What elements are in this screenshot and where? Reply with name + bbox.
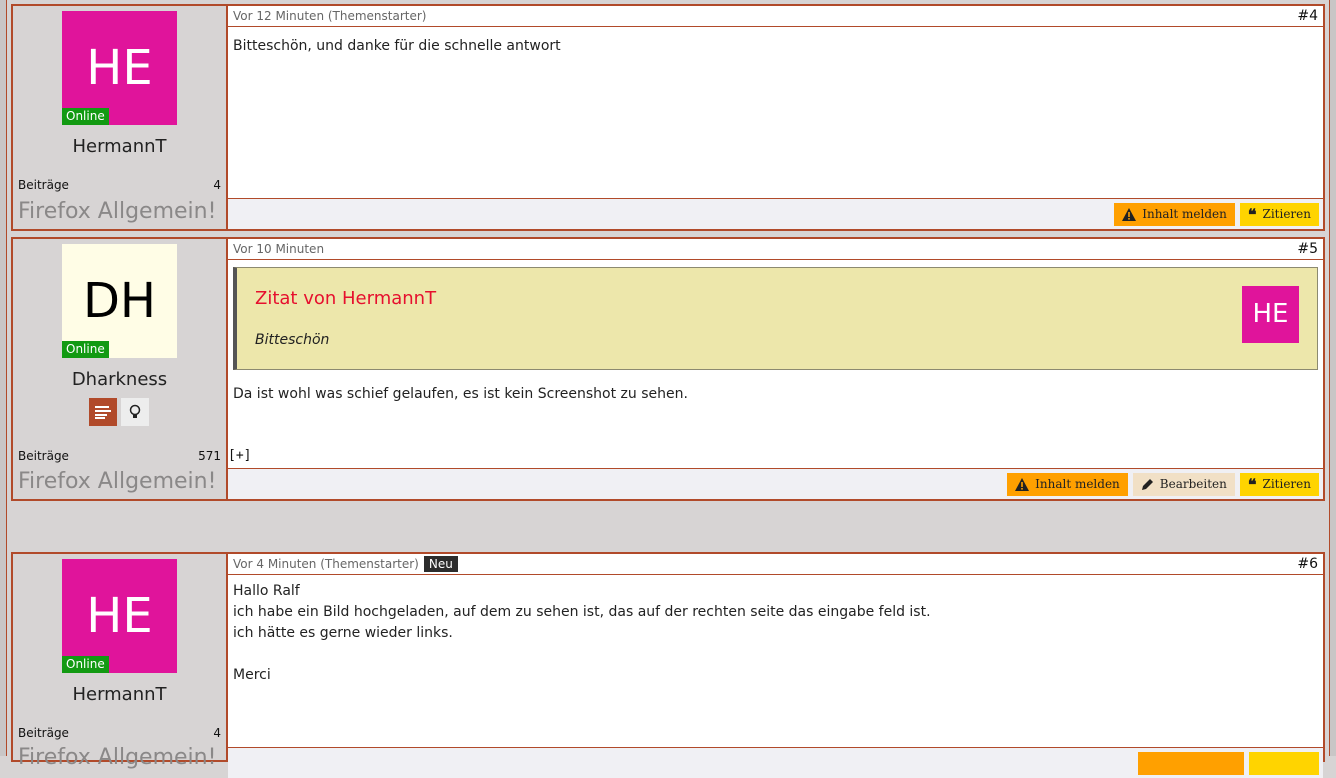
post-content: Vor 4 Minuten (Themenstarter) Neu #6 Hal… (228, 554, 1323, 778)
post-line: ich habe ein Bild hochgeladen, auf dem z… (233, 604, 931, 620)
user-badges (89, 398, 149, 426)
moderator-badge[interactable] (89, 398, 117, 426)
list-icon (95, 406, 111, 419)
quote-button[interactable]: ❝ Zitieren (1239, 472, 1319, 496)
post-text: Da ist wohl was schief gelaufen, es ist … (233, 386, 688, 402)
new-badge: Neu (423, 556, 458, 572)
frame-left (0, 0, 7, 756)
post-count-label: Beiträge (18, 178, 69, 192)
post-header: Vor 12 Minuten (Themenstarter) #4 (228, 6, 1323, 27)
post-header: Vor 4 Minuten (Themenstarter) Neu #6 (228, 554, 1323, 575)
post-count: Beiträge 4 (18, 178, 221, 192)
avatar[interactable]: HE Online (62, 11, 177, 125)
online-badge: Online (62, 108, 109, 125)
frame-right (1329, 0, 1336, 756)
quote-button[interactable] (1249, 751, 1319, 775)
post-body: Bitteschön, und danke für die schnelle a… (228, 27, 1323, 198)
idea-badge[interactable] (121, 398, 149, 426)
post-count-value: 571 (198, 449, 221, 463)
post-text: Bitteschön, und danke für die schnelle a… (233, 38, 561, 54)
author-sidebar: DH Online Dharkness Beiträge 571 Firefox… (13, 239, 228, 499)
post-6: HE Online HermannT Beiträge 4 Firefox Al… (11, 552, 1325, 778)
report-button[interactable]: Inhalt melden (1114, 202, 1235, 226)
post-count-label: Beiträge (18, 449, 69, 463)
avatar-initials: HE (86, 40, 153, 96)
post-number[interactable]: #5 (1297, 241, 1318, 257)
quote-button[interactable]: ❝ Zitieren (1239, 202, 1319, 226)
post-time[interactable]: Vor 4 Minuten (Themenstarter) (233, 557, 419, 571)
avatar[interactable]: HE Online (62, 559, 177, 673)
quote-icon: ❝ (1247, 474, 1257, 494)
avatar-initials: DH (82, 273, 157, 329)
author-sidebar: HE Online HermannT Beiträge 4 Firefox Al… (13, 554, 228, 770)
edit-button[interactable]: Bearbeiten (1132, 472, 1235, 496)
post-line: ich hätte es gerne wieder links. (233, 625, 453, 641)
post-count-value: 4 (213, 178, 221, 192)
username[interactable]: HermannT (13, 684, 226, 705)
quote-label: Zitieren (1262, 477, 1311, 491)
post-header: Vor 10 Minuten #5 (228, 239, 1323, 260)
pencil-icon (1141, 478, 1153, 490)
expand-toggle[interactable]: [+] (228, 445, 251, 466)
username[interactable]: HermannT (13, 136, 226, 157)
post-line: Hallo Ralf (233, 583, 300, 599)
report-label: Inhalt melden (1142, 207, 1227, 221)
report-button[interactable]: Inhalt melden (1007, 472, 1128, 496)
report-label: Inhalt melden (1035, 477, 1120, 491)
lightbulb-icon (129, 404, 141, 418)
quote-block: Zitat von HermannT Bitteschön HE (233, 267, 1318, 370)
post-time[interactable]: Vor 10 Minuten (233, 242, 324, 256)
post-count: Beiträge 571 (18, 449, 221, 463)
post-count-label: Beiträge (18, 726, 69, 740)
avatar[interactable]: DH Online (62, 244, 177, 358)
user-rank: Firefox Allgemein! (18, 199, 217, 224)
post-body: Zitat von HermannT Bitteschön HE Da ist … (228, 260, 1323, 468)
warning-icon (1122, 207, 1137, 221)
quote-avatar[interactable]: HE (1242, 286, 1299, 343)
quote-title[interactable]: Zitat von HermannT (255, 288, 436, 309)
edit-label: Bearbeiten (1159, 477, 1227, 491)
post-footer (228, 747, 1323, 778)
post-line: Merci (233, 667, 271, 683)
post-count-value: 4 (213, 726, 221, 740)
post-number[interactable]: #4 (1297, 8, 1318, 24)
report-button[interactable] (1138, 751, 1244, 775)
quote-icon: ❝ (1247, 204, 1257, 224)
username[interactable]: Dharkness (13, 369, 226, 390)
user-rank: Firefox Allgemein! (18, 469, 217, 494)
author-sidebar: HE Online HermannT Beiträge 4 Firefox Al… (13, 6, 228, 229)
post-content: Vor 12 Minuten (Themenstarter) #4 Bittes… (228, 6, 1323, 229)
warning-icon (1015, 477, 1030, 491)
post-footer: Inhalt melden Bearbeiten ❝ Zitieren (228, 468, 1323, 499)
online-badge: Online (62, 341, 109, 358)
quote-text: Bitteschön (255, 332, 330, 348)
post-line-blank (233, 644, 1318, 665)
post-time[interactable]: Vor 12 Minuten (Themenstarter) (233, 9, 426, 23)
post-body: Hallo Ralf ich habe ein Bild hochgeladen… (228, 575, 1323, 760)
post-5: DH Online Dharkness Beiträge 571 Firefox… (11, 237, 1325, 501)
avatar-initials: HE (86, 588, 153, 644)
post-content: Vor 10 Minuten #5 Zitat von HermannT Bit… (228, 239, 1323, 499)
post-footer: Inhalt melden ❝ Zitieren (228, 198, 1323, 229)
quote-label: Zitieren (1262, 207, 1311, 221)
user-rank: Firefox Allgemein! (18, 745, 217, 770)
online-badge: Online (62, 656, 109, 673)
post-4: HE Online HermannT Beiträge 4 Firefox Al… (11, 4, 1325, 231)
post-count: Beiträge 4 (18, 726, 221, 740)
post-number[interactable]: #6 (1297, 556, 1318, 572)
